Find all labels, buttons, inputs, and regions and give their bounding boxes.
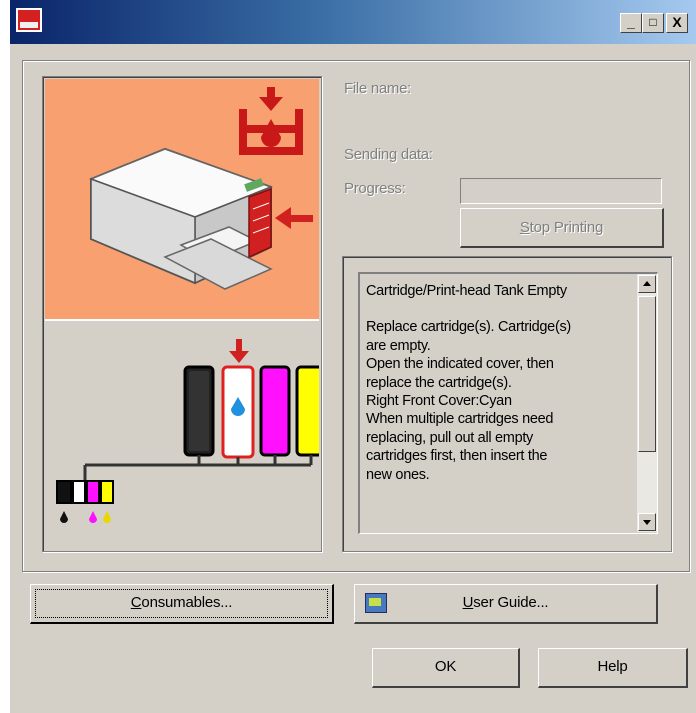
arrow-down-icon — [229, 339, 249, 363]
message-textbox[interactable]: Cartridge/Print-head Tank Empty Replace … — [358, 272, 658, 534]
message-heading: Cartridge/Print-head Tank Empty — [366, 283, 567, 299]
cartridge-black — [183, 365, 215, 457]
maximize-button[interactable]: □ — [642, 13, 664, 33]
ink-tank-drop-icon — [239, 87, 303, 155]
message-line: Replace cartridge(s). Cartridge(s) — [366, 319, 571, 336]
message-text: Cartridge/Print-head Tank Empty Replace … — [366, 282, 630, 484]
focus-rectangle — [35, 589, 328, 618]
print-head-icon — [56, 480, 114, 523]
help-label: Help — [597, 658, 628, 675]
scroll-down-button[interactable] — [638, 513, 656, 531]
maximize-icon: □ — [649, 15, 657, 29]
message-line: are empty. — [366, 337, 431, 354]
consumables-button[interactable]: Consumables... — [30, 584, 334, 624]
scroll-up-button[interactable] — [638, 275, 656, 293]
cartridge-magenta — [259, 365, 291, 457]
ink-cartridge-illustration — [45, 323, 327, 549]
progress-label: Progress: — [344, 180, 406, 197]
stop-printing-button[interactable]: Stop Printing — [460, 208, 664, 248]
ink-cartridges-icon — [56, 339, 327, 523]
message-line: cartridges first, then insert the — [366, 448, 548, 465]
ok-button[interactable]: OK — [372, 648, 520, 688]
file-name-label: File name: — [344, 80, 412, 97]
illustration-panel — [42, 76, 327, 552]
message-line: new ones. — [366, 466, 430, 483]
user-guide-label: ser Guide... — [473, 594, 549, 611]
title-bar[interactable]: _ □ X — [10, 0, 696, 44]
arrow-left-icon — [275, 207, 313, 229]
book-icon — [365, 593, 387, 613]
printer-status-icon[interactable] — [16, 8, 42, 32]
cartridge-yellow — [295, 365, 327, 457]
message-line: Open the indicated cover, then — [366, 356, 554, 373]
progress-bar — [460, 178, 662, 204]
message-line: replace the cartridge(s). — [366, 374, 512, 391]
close-button[interactable]: X — [666, 13, 688, 33]
printer-with-open-cover-icon — [88, 87, 313, 290]
sending-data-label: Sending data: — [344, 146, 433, 163]
scroll-thumb[interactable] — [638, 296, 656, 452]
message-line: replacing, pull out all empty — [366, 429, 534, 446]
close-icon: X — [672, 14, 682, 30]
stop-printing-label: top Printing — [529, 219, 604, 236]
message-scrollbar[interactable] — [637, 274, 657, 532]
message-line: When multiple cartridges need — [366, 411, 554, 428]
help-button[interactable]: Help — [538, 648, 688, 688]
triangle-up-icon — [643, 281, 651, 286]
minimize-icon: _ — [627, 14, 635, 30]
cartridge-cyan-empty — [221, 365, 255, 459]
triangle-down-icon — [643, 520, 651, 525]
user-guide-hotkey: U — [462, 594, 474, 611]
printer-status-window: _ □ X File name: Sending data: Progress:… — [8, 0, 696, 713]
user-guide-button[interactable]: User Guide... — [354, 584, 658, 624]
message-line: Right Front Cover:Cyan — [366, 393, 512, 410]
ok-label: OK — [434, 658, 457, 675]
printer-illustration — [45, 79, 319, 321]
stop-printing-hotkey: S — [519, 219, 530, 236]
minimize-button[interactable]: _ — [620, 13, 642, 33]
